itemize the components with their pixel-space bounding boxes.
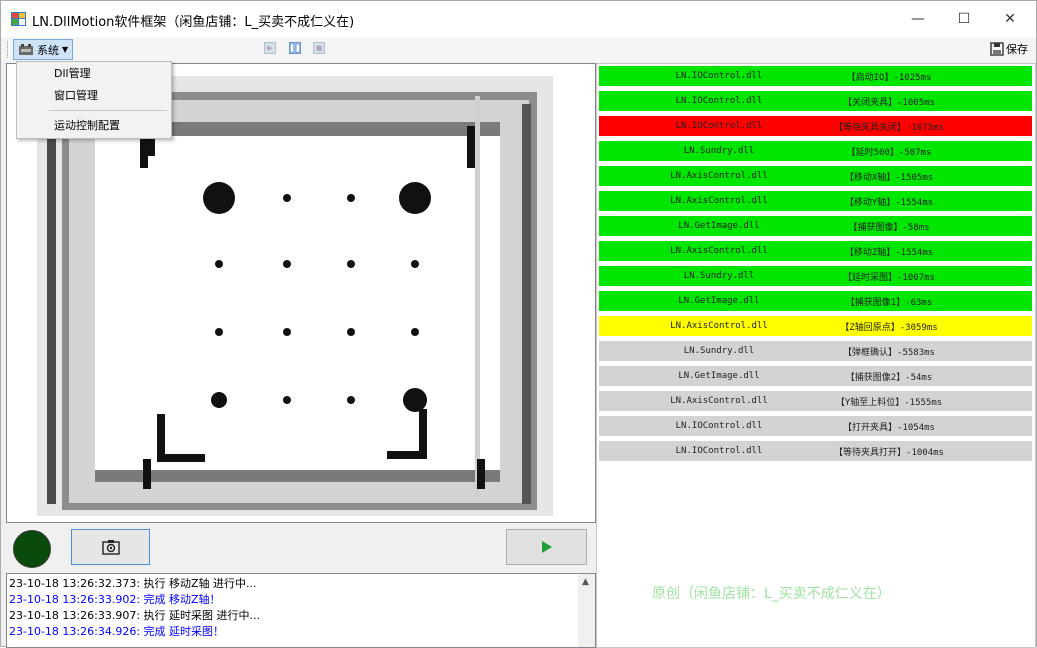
snapshot-button[interactable] (71, 529, 150, 565)
system-dropdown-menu: Dll管理 窗口管理 运动控制配置 (16, 61, 172, 139)
step-dll: LN.Sundry.dll (683, 271, 755, 281)
step-dll: LN.GetImage.dll (678, 296, 760, 306)
step-action: 【移动X轴】-1505ms (844, 172, 934, 183)
step-row[interactable]: LN.AxisControl.dll 【Z轴回原点】-3059ms (599, 316, 1032, 336)
step-dll: LN.AxisControl.dll (670, 196, 768, 206)
step-dll: LN.AxisControl.dll (670, 246, 768, 256)
step-row[interactable]: LN.GetImage.dll 【捕获图像1】-63ms (599, 291, 1032, 311)
log-console[interactable]: 23-10-18 13:26:32.373: 执行 移动Z轴 进行中... 23… (6, 573, 596, 648)
step-dll: LN.GetImage.dll (678, 221, 760, 231)
step-dll: LN.AxisControl.dll (670, 171, 768, 181)
step-action: 【等待夹具关闭】-1075ms (834, 122, 944, 133)
step-dll: LN.Sundry.dll (683, 346, 755, 356)
watermark-text: 原创（闲鱼店铺：L_买卖不成仁义在） (652, 586, 891, 602)
app-grid-icon (11, 12, 26, 26)
log-line: 23-10-18 13:26:32.373: 执行 移动Z轴 进行中... (9, 577, 257, 590)
toolbar: 系统 ▼ ▶ ❚❚ ■ 保存 (1, 37, 1036, 62)
title-bar: LN.DllMotion软件框架（闲鱼店铺：L_买卖不成仁义在) — ☐ ✕ (1, 1, 1036, 37)
step-action: 【移动Y轴】-1554ms (844, 197, 934, 208)
menu-item-window-manage[interactable]: 窗口管理 (17, 86, 171, 106)
step-row[interactable]: LN.AxisControl.dll 【移动Z轴】-1554ms (599, 241, 1032, 261)
pause-icon: ❚❚ (289, 44, 301, 52)
step-row[interactable]: LN.AxisControl.dll 【移动Y轴】-1554ms (599, 191, 1032, 211)
step-action: 【等待夹具打开】-1004ms (834, 447, 944, 458)
scroll-up-icon[interactable]: ▲ (582, 577, 589, 587)
main-window: LN.DllMotion软件框架（闲鱼店铺：L_买卖不成仁义在) — ☐ ✕ 系… (0, 0, 1037, 648)
step-action: 【打开夹具】-1054ms (843, 422, 935, 433)
step-action: 【移动Z轴】-1554ms (844, 247, 934, 258)
step-action: 【关闭夹具】-1005ms (843, 97, 935, 108)
menu-separator (49, 110, 167, 111)
minimize-icon: — (911, 11, 925, 27)
step-row[interactable]: LN.IOControl.dll 【等待夹具关闭】-1075ms (599, 116, 1032, 136)
stop-icon: ■ (315, 44, 323, 52)
log-scrollbar[interactable]: ▲ (578, 574, 595, 647)
maximize-icon: ☐ (957, 11, 971, 27)
step-row[interactable]: LN.IOControl.dll 【等待夹具打开】-1004ms (599, 441, 1032, 461)
save-button[interactable]: 保存 (990, 41, 1028, 57)
step-row[interactable]: LN.GetImage.dll 【捕获图像2】-54ms (599, 366, 1032, 386)
step-row[interactable]: LN.AxisControl.dll 【Y轴至上料位】-1555ms (599, 391, 1032, 411)
step-action: 【延时采图】-1007ms (843, 272, 935, 283)
menu-item-dll-manage[interactable]: Dll管理 (17, 64, 171, 84)
step-dll: LN.IOControl.dll (675, 421, 763, 431)
status-strip (6, 523, 596, 573)
toolbar-stop-button[interactable]: ■ (313, 42, 325, 54)
menu-item-motion-config[interactable]: 运动控制配置 (17, 116, 171, 136)
step-action: 【捕获图像】-58ms (848, 222, 930, 233)
step-row[interactable]: LN.GetImage.dll 【捕获图像】-58ms (599, 216, 1032, 236)
step-dll: LN.IOControl.dll (675, 71, 763, 81)
step-action: 【弹框确认】-5583ms (843, 347, 935, 358)
step-dll: LN.AxisControl.dll (670, 396, 768, 406)
step-dll: LN.Sundry.dll (683, 146, 755, 156)
close-icon: ✕ (1004, 11, 1016, 27)
camera-icon (101, 540, 120, 555)
step-list-panel: LN.IOControl.dll 【启动IO】-1025ms LN.IOContr… (596, 63, 1036, 648)
minimize-button[interactable]: — (895, 3, 941, 35)
step-action: 【Y轴至上料位】-1555ms (835, 397, 943, 408)
play-triangle-icon (541, 541, 552, 553)
system-menu-button[interactable]: 系统 ▼ (13, 39, 74, 60)
step-dll: LN.IOControl.dll (675, 446, 763, 456)
step-action: 【捕获图像1】-63ms (845, 297, 933, 308)
step-dll: LN.GetImage.dll (678, 371, 760, 381)
gear-device-icon (19, 43, 33, 55)
play-small-icon: ▶ (267, 44, 273, 52)
step-row[interactable]: LN.IOControl.dll 【启动IO】-1025ms (599, 66, 1032, 86)
toolbar-run-button[interactable]: ▶ (264, 42, 276, 54)
step-dll: LN.IOControl.dll (675, 96, 763, 106)
step-row[interactable]: LN.Sundry.dll 【延时500】-507ms (599, 141, 1032, 161)
step-row[interactable]: LN.IOControl.dll 【关闭夹具】-1005ms (599, 91, 1032, 111)
step-action: 【Z轴回原点】-3059ms (840, 322, 938, 333)
maximize-button[interactable]: ☐ (941, 3, 987, 35)
step-row[interactable]: LN.AxisControl.dll 【移动X轴】-1505ms (599, 166, 1032, 186)
step-action: 【启动IO】-1025ms (846, 72, 932, 83)
log-line: 23-10-18 13:26:33.902: 完成 移动Z轴！ (9, 593, 221, 606)
window-title: LN.DllMotion软件框架（闲鱼店铺：L_买卖不成仁义在) (32, 15, 355, 30)
system-menu-label: 系统 (37, 43, 59, 57)
save-label: 保存 (1006, 43, 1028, 56)
log-line: 23-10-18 13:26:34.926: 完成 延时采图！ (9, 625, 225, 638)
close-button[interactable]: ✕ (987, 3, 1033, 35)
step-dll: LN.IOControl.dll (675, 121, 763, 131)
floppy-save-icon (990, 42, 1004, 56)
run-button[interactable] (506, 529, 587, 565)
step-row[interactable]: LN.Sundry.dll 【弹框确认】-5583ms (599, 341, 1032, 361)
step-action: 【延时500】-507ms (846, 147, 932, 158)
step-action: 【捕获图像2】-54ms (845, 372, 933, 383)
status-indicator-led (13, 530, 51, 568)
log-line: 23-10-18 13:26:33.907: 执行 延时采图 进行中... (9, 609, 261, 622)
step-row[interactable]: LN.IOControl.dll 【打开夹具】-1054ms (599, 416, 1032, 436)
step-row[interactable]: LN.Sundry.dll 【延时采图】-1007ms (599, 266, 1032, 286)
toolbar-grip[interactable] (7, 41, 10, 58)
chevron-down-icon: ▼ (62, 45, 69, 54)
step-dll: LN.AxisControl.dll (670, 321, 768, 331)
toolbar-pause-button[interactable]: ❚❚ (289, 42, 301, 54)
